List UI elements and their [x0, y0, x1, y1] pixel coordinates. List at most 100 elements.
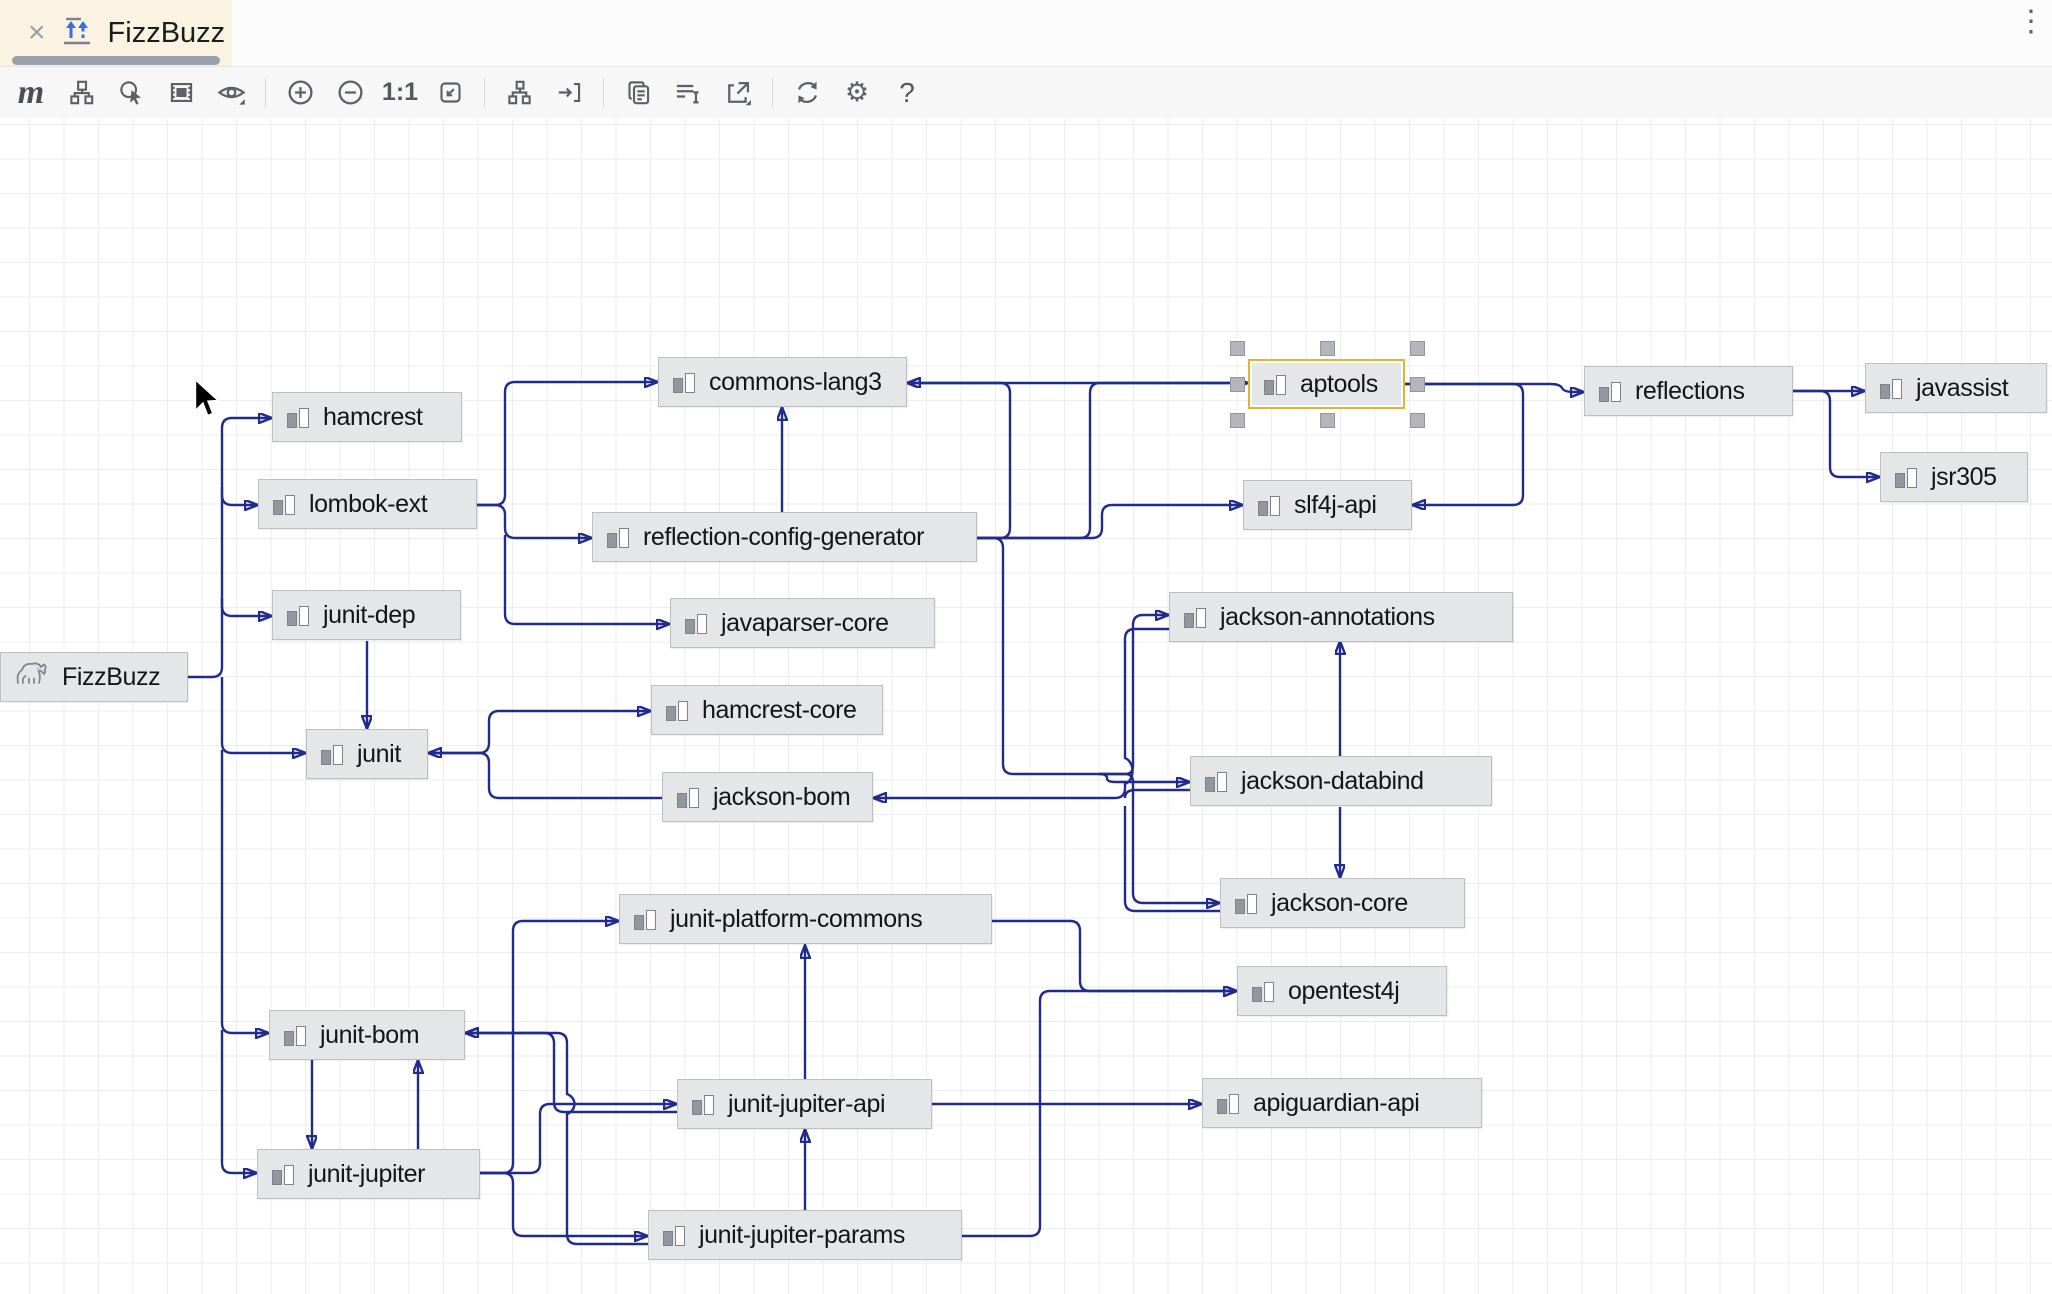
zoom-in-button[interactable]: [275, 71, 325, 115]
selection-handle-top-middle[interactable]: [1320, 341, 1335, 356]
library-icon: [271, 1161, 296, 1187]
actual-size-button[interactable]: 1:1: [375, 71, 425, 115]
selection-handle-top-left[interactable]: [1230, 341, 1245, 356]
library-icon: [1879, 375, 1904, 401]
node-label: jsr305: [1931, 463, 1997, 492]
node-hamcrest[interactable]: hamcrest: [272, 392, 462, 442]
node-label: reflection-config-generator: [643, 523, 924, 552]
gradle-elephant-icon: [14, 659, 50, 696]
settings-gear-button[interactable]: ⚙: [832, 71, 882, 115]
node-jackson-databind[interactable]: jackson-databind: [1190, 756, 1492, 806]
node-junit-jupiter-api[interactable]: junit-jupiter-api: [677, 1079, 932, 1129]
jump-to-node-button[interactable]: [544, 71, 594, 115]
maven-module-button[interactable]: m: [6, 71, 56, 115]
tab-fizzbuzz[interactable]: × FizzBuzz: [0, 0, 232, 66]
toolbar-separator: [772, 78, 773, 108]
copy-diagram-button[interactable]: [613, 71, 663, 115]
node-label: opentest4j: [1288, 977, 1399, 1006]
toolbar-separator: [265, 78, 266, 108]
node-label: slf4j-api: [1294, 491, 1377, 520]
node-apiguardian-api[interactable]: apiguardian-api: [1202, 1078, 1482, 1128]
node-reflection-config-generator[interactable]: reflection-config-generator: [592, 512, 977, 562]
fit-content-button[interactable]: [425, 71, 475, 115]
selection-handle-top-right[interactable]: [1410, 341, 1425, 356]
library-icon: [272, 491, 297, 517]
node-junit-platform-commons[interactable]: junit-platform-commons: [619, 894, 992, 944]
node-lombok-ext[interactable]: lombok-ext: [258, 479, 477, 529]
node-javaparser-core[interactable]: javaparser-core: [670, 598, 935, 648]
library-icon: [1257, 492, 1282, 518]
library-icon: [286, 602, 311, 628]
node-label: jackson-databind: [1241, 767, 1424, 796]
node-aptools[interactable]: aptools: [1248, 359, 1405, 409]
node-jackson-bom[interactable]: jackson-bom: [662, 772, 873, 822]
library-icon: [320, 741, 345, 767]
node-junit-jupiter-params[interactable]: junit-jupiter-params: [648, 1210, 962, 1260]
zoom-to-selection-button[interactable]: [106, 71, 156, 115]
node-slf4j-api[interactable]: slf4j-api: [1243, 480, 1412, 530]
apply-layout-button[interactable]: [494, 71, 544, 115]
selection-handle-middle-left[interactable]: [1230, 377, 1245, 392]
selection-handle-bottom-left[interactable]: [1230, 413, 1245, 428]
node-junit[interactable]: junit: [306, 729, 428, 779]
node-label: javaparser-core: [721, 609, 889, 638]
node-hamcrest-core[interactable]: hamcrest-core: [651, 685, 883, 735]
export-diagram-button[interactable]: [713, 71, 763, 115]
tab-close-icon[interactable]: ×: [28, 18, 46, 48]
selection-handle-bottom-right[interactable]: [1410, 413, 1425, 428]
node-junit-bom[interactable]: junit-bom: [269, 1010, 465, 1060]
visibility-eye-button[interactable]: [206, 71, 256, 115]
node-label: lombok-ext: [309, 490, 427, 519]
library-icon: [1204, 768, 1229, 794]
filmstrip-button[interactable]: [156, 71, 206, 115]
library-icon: [684, 610, 709, 636]
diagram-canvas[interactable]: [0, 118, 2052, 1294]
dependency-diagram-icon: [60, 14, 94, 53]
node-label: junit-dep: [323, 601, 415, 630]
node-junit-jupiter[interactable]: junit-jupiter: [257, 1149, 480, 1199]
node-jackson-annotations[interactable]: jackson-annotations: [1169, 592, 1513, 642]
node-label: reflections: [1635, 377, 1745, 406]
diagram-toolbar: m 1:1 ⚙ ?: [0, 67, 2052, 118]
node-label: junit-jupiter: [308, 1160, 425, 1189]
node-jackson-core[interactable]: jackson-core: [1220, 878, 1465, 928]
node-junit-dep[interactable]: junit-dep: [272, 590, 461, 640]
library-icon: [665, 697, 690, 723]
node-label: hamcrest: [323, 403, 423, 432]
node-fizzbuzz[interactable]: FizzBuzz: [0, 652, 188, 702]
node-label: jackson-annotations: [1220, 603, 1435, 632]
node-label: junit-jupiter-params: [699, 1221, 905, 1250]
library-icon: [286, 404, 311, 430]
node-label: aptools: [1300, 370, 1378, 399]
node-label: FizzBuzz: [62, 663, 160, 692]
more-options-icon[interactable]: ⋮: [2016, 4, 2046, 39]
help-button[interactable]: ?: [882, 71, 932, 115]
node-javassist[interactable]: javassist: [1865, 363, 2047, 413]
selection-handle-middle-right[interactable]: [1410, 377, 1425, 392]
node-opentest4j[interactable]: opentest4j: [1237, 966, 1447, 1016]
node-label: junit-platform-commons: [670, 905, 922, 934]
tab-title: FizzBuzz: [108, 17, 226, 50]
library-icon: [662, 1222, 687, 1248]
library-icon: [672, 369, 697, 395]
node-jsr305[interactable]: jsr305: [1880, 452, 2028, 502]
selection-handle-bottom-middle[interactable]: [1320, 413, 1335, 428]
library-icon: [283, 1022, 308, 1048]
library-icon: [1234, 890, 1259, 916]
library-icon: [606, 524, 631, 550]
library-icon: [1598, 378, 1623, 404]
node-label: apiguardian-api: [1253, 1089, 1419, 1118]
zoom-out-button[interactable]: [325, 71, 375, 115]
select-elements-button[interactable]: [663, 71, 713, 115]
refresh-button[interactable]: [782, 71, 832, 115]
toolbar-separator: [484, 78, 485, 108]
node-label: junit-jupiter-api: [728, 1090, 885, 1119]
library-icon: [1251, 978, 1276, 1004]
structure-button[interactable]: [56, 71, 106, 115]
node-reflections[interactable]: reflections: [1584, 366, 1793, 416]
library-icon: [691, 1091, 716, 1117]
library-icon: [1183, 604, 1208, 630]
node-label: jackson-core: [1271, 889, 1408, 918]
library-icon: [1216, 1090, 1241, 1116]
node-commons-lang3[interactable]: commons-lang3: [658, 357, 907, 407]
